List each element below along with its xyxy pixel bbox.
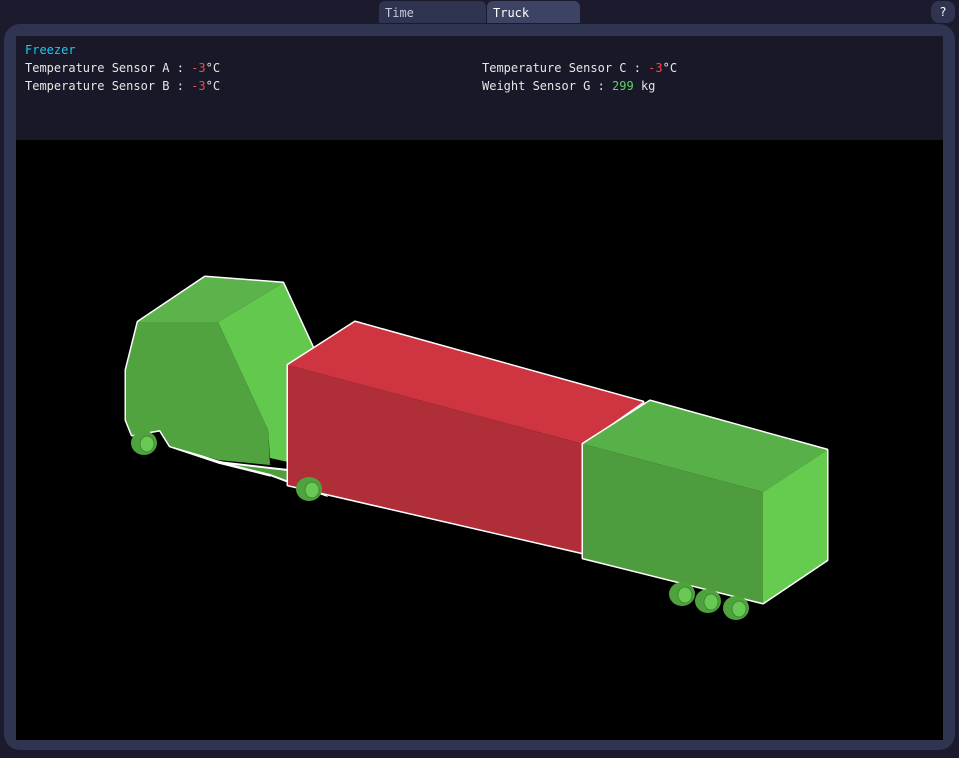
truck-3d-viewport[interactable] bbox=[16, 140, 943, 740]
tab-truck-viewer[interactable]: Truck Viewer bbox=[487, 1, 580, 44]
sensor-value: -3 bbox=[191, 61, 206, 75]
sensor-label: Temperature Sensor C : bbox=[482, 61, 649, 75]
rear-wheel-2 bbox=[695, 589, 721, 613]
rear-wheel-1 bbox=[669, 582, 695, 606]
truck-model bbox=[124, 275, 829, 620]
sensor-row-temperature-a: Temperature Sensor A : -3°C bbox=[25, 61, 220, 75]
sensor-row-temperature-c: Temperature Sensor C : -3°C bbox=[482, 61, 677, 75]
tab-bar: Time Selection Truck Viewer ? bbox=[0, 0, 959, 44]
sensor-unit: °C bbox=[205, 61, 221, 75]
section-title: Freezer bbox=[25, 43, 76, 57]
sensor-label: Temperature Sensor A : bbox=[25, 61, 192, 75]
sensor-unit: °C bbox=[205, 79, 221, 93]
sensor-value: 299 bbox=[612, 79, 634, 93]
front-wheel bbox=[131, 431, 157, 455]
tab-time-selection[interactable]: Time Selection bbox=[379, 1, 486, 44]
rear-cargo-compartment[interactable] bbox=[581, 399, 829, 605]
sensor-value: -3 bbox=[648, 61, 663, 75]
help-button[interactable]: ? bbox=[931, 1, 955, 23]
sensor-label: Temperature Sensor B : bbox=[25, 79, 192, 93]
rear-wheel-3 bbox=[723, 596, 749, 620]
middle-wheel bbox=[296, 477, 322, 501]
sensor-row-weight-g: Weight Sensor G : 299 kg bbox=[482, 79, 655, 93]
sensor-unit: °C bbox=[662, 61, 678, 75]
sensor-info-panel: Freezer Temperature Sensor A : -3°C Temp… bbox=[16, 36, 943, 140]
sensor-label: Weight Sensor G : bbox=[482, 79, 613, 93]
sensor-value: -3 bbox=[191, 79, 206, 93]
sensor-row-temperature-b: Temperature Sensor B : -3°C bbox=[25, 79, 220, 93]
sensor-unit: kg bbox=[633, 79, 656, 93]
